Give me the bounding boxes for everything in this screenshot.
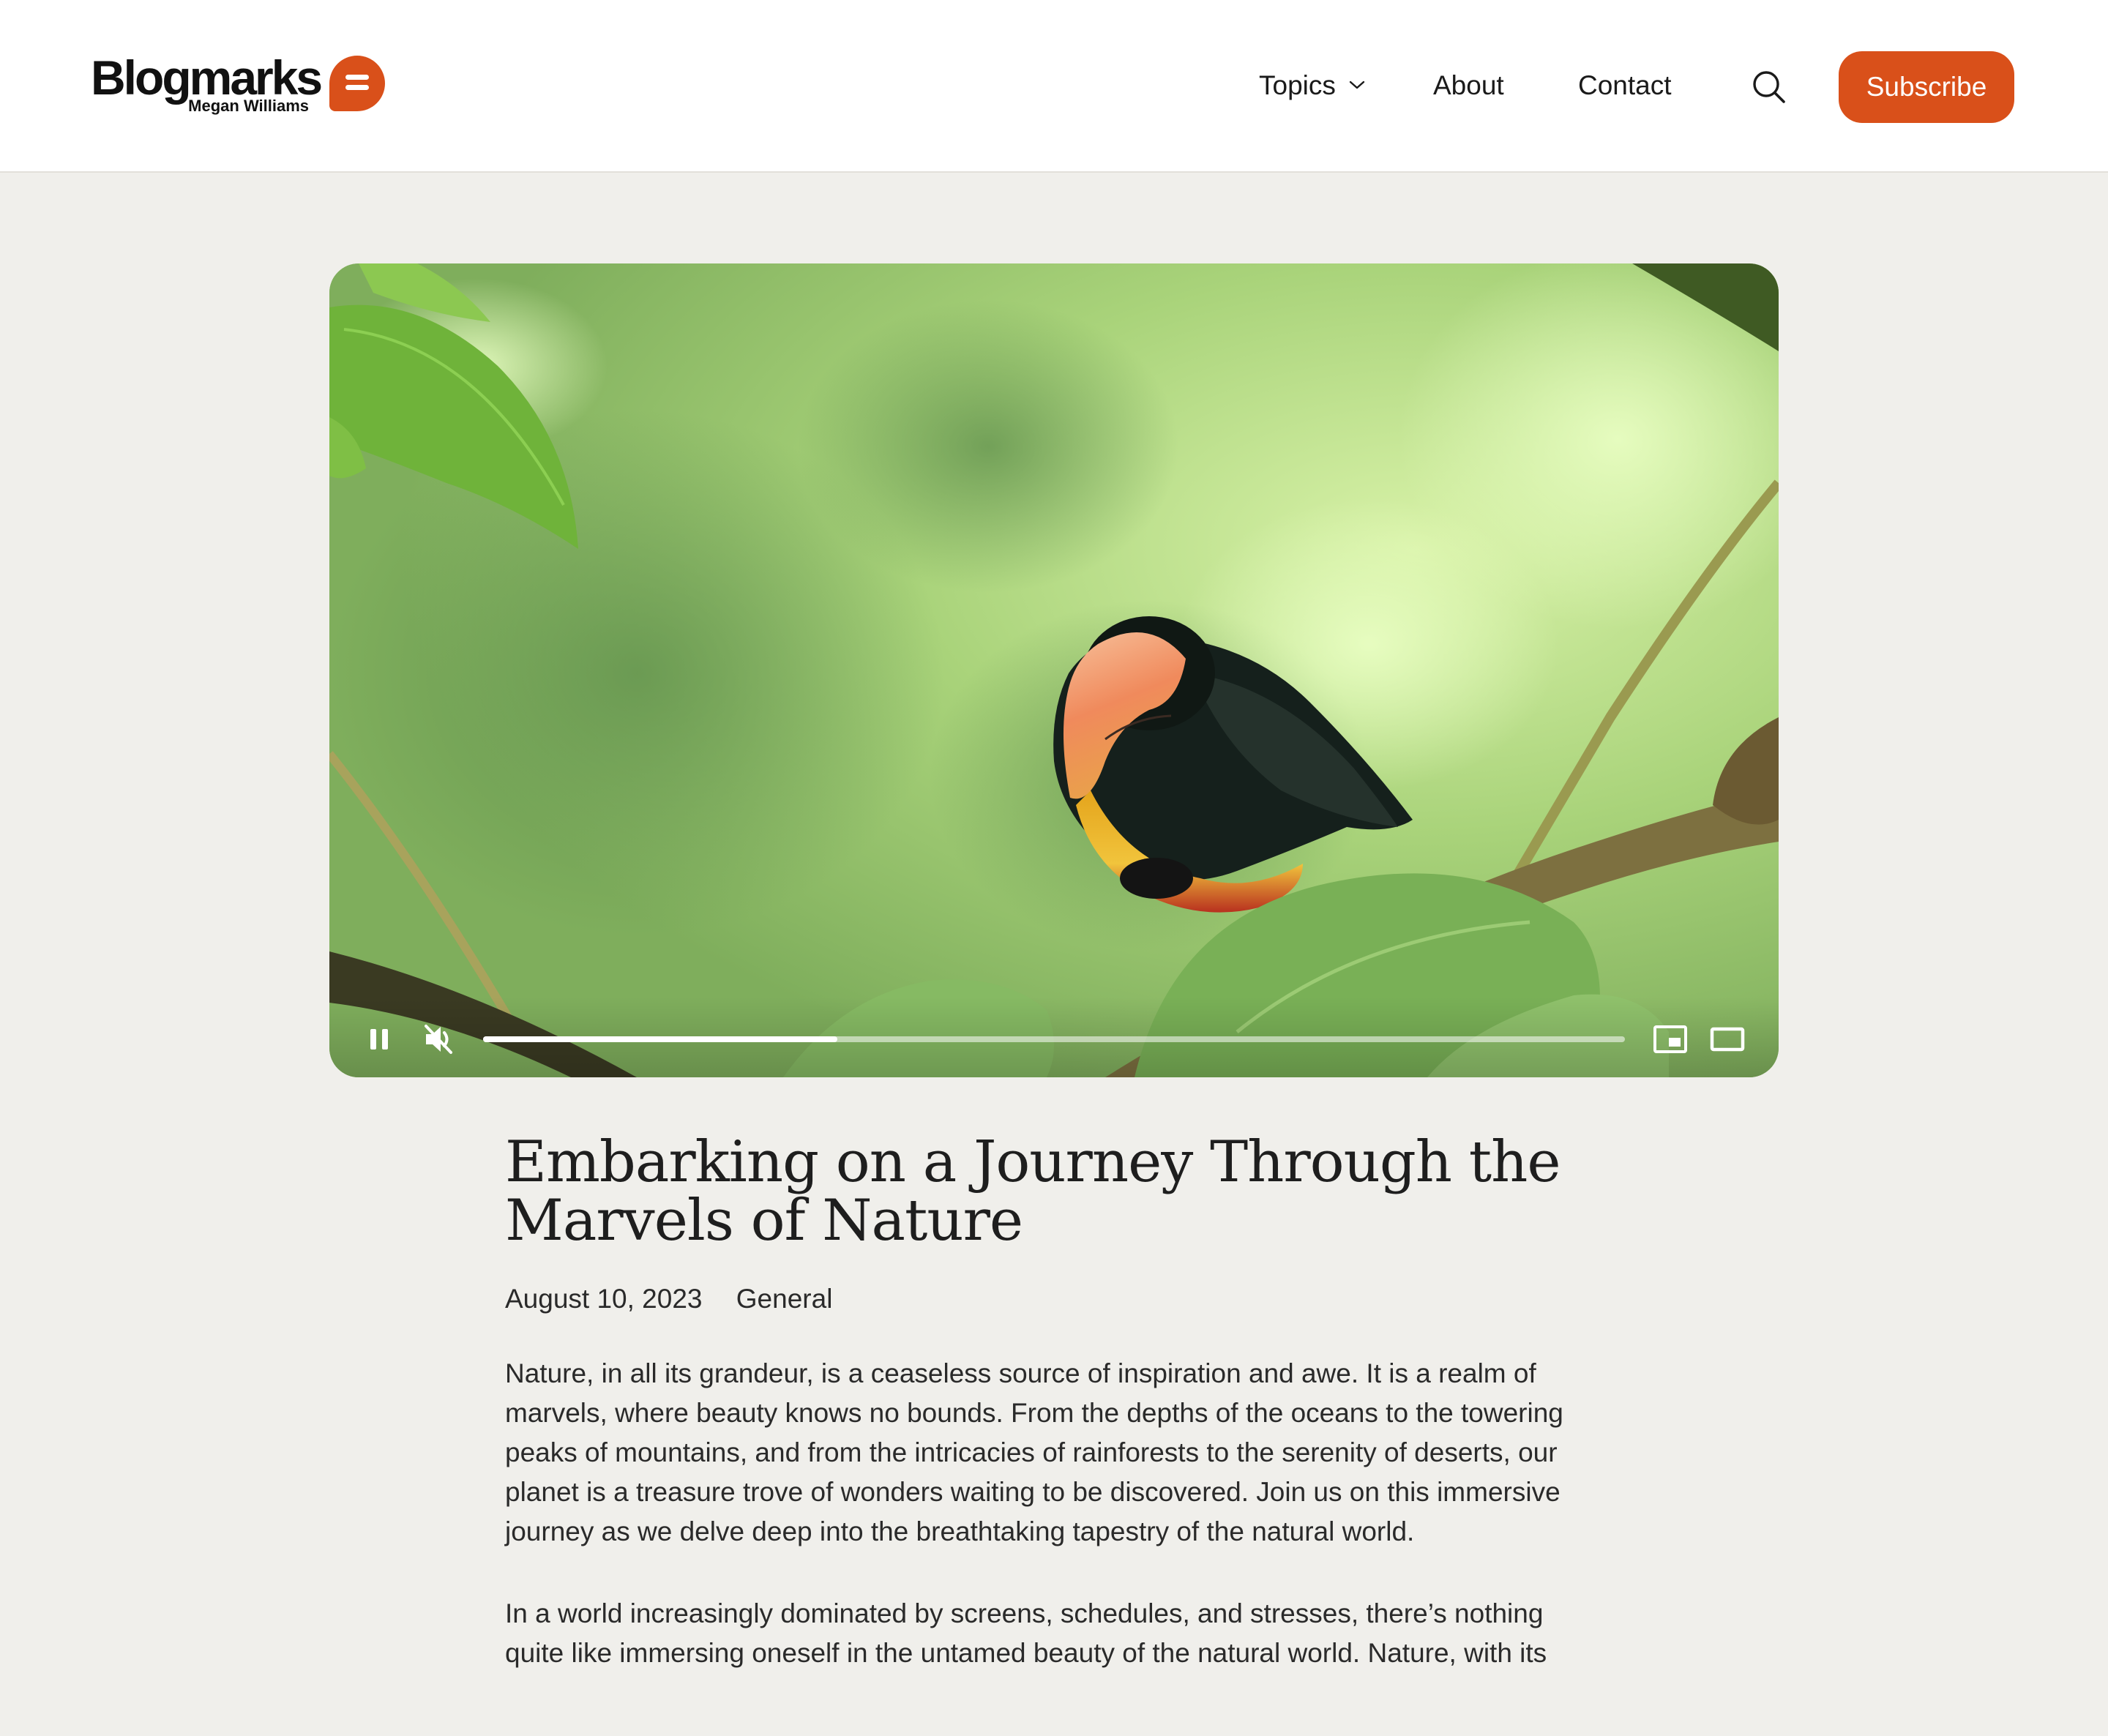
pause-button[interactable] <box>365 1025 394 1054</box>
chevron-down-icon <box>1349 81 1365 89</box>
picture-in-picture-icon <box>1653 1025 1687 1053</box>
article-category-link[interactable]: General <box>736 1284 833 1314</box>
fullscreen-button[interactable] <box>1710 1026 1745 1052</box>
nav-about[interactable]: About <box>1433 67 1504 104</box>
fullscreen-icon <box>1710 1027 1745 1052</box>
site-logo[interactable]: Blogmarks Megan Williams <box>91 50 391 123</box>
site-header: Blogmarks Megan Williams Topics About Co… <box>0 0 2108 173</box>
picture-in-picture-button[interactable] <box>1653 1025 1688 1054</box>
article-meta: August 10, 2023 General <box>505 1281 1618 1317</box>
subscribe-button[interactable]: Subscribe <box>1839 51 2014 123</box>
pause-icon <box>370 1029 388 1050</box>
article-date: August 10, 2023 <box>505 1284 703 1314</box>
video-progress-bar[interactable] <box>483 1036 1625 1042</box>
mute-button[interactable] <box>422 1023 455 1055</box>
article-paragraph: In a world increasingly dominated by scr… <box>505 1598 1547 1668</box>
search-icon <box>1753 71 1785 103</box>
blog-article: Embarking on a Journey Through the Marve… <box>505 1133 1618 1673</box>
logo-badge-icon <box>329 56 385 111</box>
toucan-video-frame <box>329 263 1779 1077</box>
search-button[interactable] <box>1751 69 1787 105</box>
logo-author-name: Megan Williams <box>188 97 309 115</box>
featured-video[interactable] <box>329 263 1779 1077</box>
video-controls <box>329 997 1779 1077</box>
article-paragraph: Nature, in all its grandeur, is a ceasel… <box>505 1358 1563 1546</box>
video-progress-fill <box>483 1036 837 1042</box>
article-title: Embarking on a Journey Through the Marve… <box>505 1129 1561 1254</box>
muted-speaker-icon <box>425 1025 452 1054</box>
nav-topics[interactable]: Topics <box>1259 67 1365 104</box>
nav-topics-label: Topics <box>1259 70 1336 100</box>
nav-contact[interactable]: Contact <box>1578 67 1672 104</box>
